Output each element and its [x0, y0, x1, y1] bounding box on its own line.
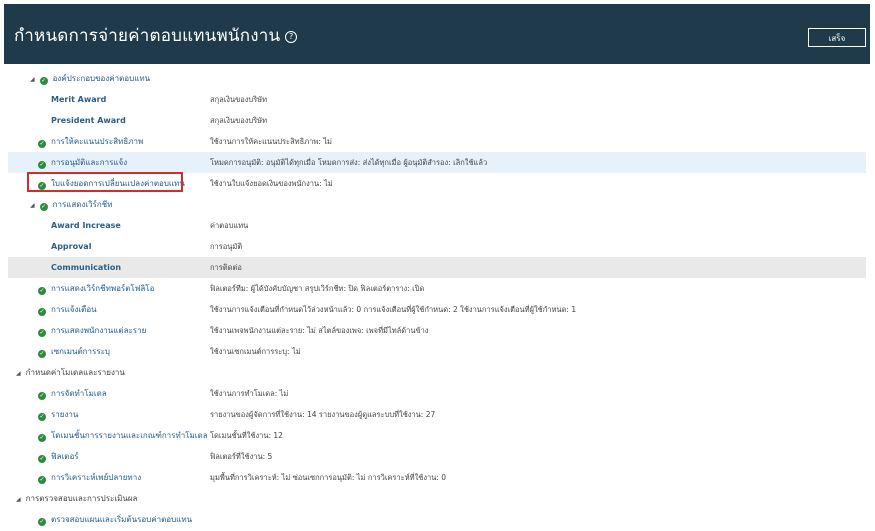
task-row-modeling: ✓ การจัดทำโมเดล ใช้งานการทำโมเดล: ไม่	[8, 383, 866, 404]
task-summary: สกุลเงินของบริษัท	[210, 95, 268, 104]
complete-check-icon: ✓	[38, 161, 46, 169]
task-link[interactable]: การแสดงเวิร์กชีทพอร์ตโฟลิโอ	[51, 284, 154, 293]
task-link[interactable]: เซกเมนต์การระบุ	[51, 347, 110, 356]
task-summary: ฟิลเตอร์ที่ใช้งาน: 5	[210, 452, 273, 461]
task-link: President Award	[51, 116, 126, 125]
task-summary: ใช้งานการทำโมเดล: ไม่	[210, 389, 289, 398]
task-row-approval-notification: ✓ การอนุมัติและการแจ้ง โหมดการอนุมัติ: อนุ…	[8, 152, 866, 173]
task-row-award-increase: Award Increase ค่าตอบแทน	[8, 215, 866, 236]
task-summary: ค่าตอบแทน	[210, 221, 249, 230]
page-header: กำหนดการจ่ายค่าตอบแทนพนักงาน? เสร็จ	[4, 4, 870, 64]
task-row-models-reports: ◢ กำหนดค่าโมเดลและรายงาน	[8, 362, 866, 383]
task-row-reports: ✓ รายงาน รายงานของผู้จัดการที่ใช้งาน: 14 ร…	[8, 404, 866, 425]
highlight-box	[27, 172, 183, 192]
task-row-report-domains: ✓ โดเมนชั้นการรายงานและเกณฑ์การทำโมเดล โดเ…	[8, 425, 866, 446]
task-row-review-plan: ✓ ตรวจสอบแผนและเริ่มต้นรอบค่าตอบแทน	[8, 509, 866, 530]
task-link[interactable]: กำหนดค่าโมเดลและรายงาน	[26, 368, 125, 377]
setup-task-list: ◢ ✓ องค์ประกอบของค่าตอบแทน Merit Award สกุลเ…	[8, 68, 866, 530]
task-row-comp-components: ◢ ✓ องค์ประกอบของค่าตอบแทน	[8, 68, 866, 89]
task-summary: ฟิลเตอร์ทีม: ผู้ได้บังคับบัญชา สรุปเวิร์…	[210, 284, 425, 293]
task-row-merit-award: Merit Award สกุลเงินของบริษัท	[8, 89, 866, 110]
help-circle-icon[interactable]: ?	[285, 31, 298, 43]
task-link: Award Increase	[51, 221, 121, 230]
task-link[interactable]: ตรวจสอบแผนและเริ่มต้นรอบค่าตอบแทน	[51, 515, 192, 524]
complete-check-icon: ✓	[38, 476, 46, 484]
task-link[interactable]: การวิเคราะห์เพย์ปลายทาง	[51, 473, 141, 482]
task-link[interactable]: การให้คะแนนประสิทธิภาพ	[51, 137, 143, 146]
task-summary: ใช้งานเซกเมนต์การระบุ: ไม่	[210, 347, 301, 356]
task-link: Communication	[51, 263, 122, 272]
complete-check-icon: ✓	[39, 77, 48, 85]
task-row-communication: Communication การติดต่อ	[8, 257, 866, 278]
task-summary: ใช้งานการให้คะแนนประสิทธิภาพ: ไม่	[210, 137, 332, 146]
task-summary: ใช้งานเพจพนักงานแต่ละราย: ไม่ สไตล์ของเพ…	[210, 326, 429, 335]
task-row-president-award: President Award สกุลเงินของบริษัท	[8, 110, 866, 131]
task-summary: โดเมนชั้นที่ใช้งาน: 12	[210, 431, 283, 440]
complete-check-icon: ✓	[38, 413, 46, 421]
complete-check-icon: ✓	[38, 329, 46, 337]
task-link[interactable]: การแสดงเวิร์กชีท	[53, 200, 113, 209]
complete-check-icon: ✓	[38, 287, 46, 295]
task-link[interactable]: การจัดทำโมเดล	[51, 389, 107, 398]
page-title: กำหนดการจ่ายค่าตอบแทนพนักงาน?	[14, 22, 298, 49]
expand-triangle-icon[interactable]: ◢	[16, 496, 21, 503]
task-row-individual-employee: ✓ การแสดงพนักงานแต่ละราย ใช้งานเพจพนักงานแ…	[8, 320, 866, 341]
task-row-portfolio-worksheet: ✓ การแสดงเวิร์กชีทพอร์ตโฟลิโอ ฟิลเตอร์ทีม:…	[8, 278, 866, 299]
complete-check-icon: ✓	[38, 434, 46, 442]
task-link[interactable]: องค์ประกอบของค่าตอบแทน	[53, 74, 150, 83]
task-link[interactable]: การอนุมัติและการแจ้ง	[51, 158, 127, 167]
complete-check-icon: ✓	[38, 308, 46, 316]
task-summary: ใช้งานการแจ้งเตือนที่กำหนดไว้ล่วงหน้าแล้…	[210, 305, 577, 314]
expand-triangle-icon[interactable]: ◢	[30, 202, 35, 209]
done-button[interactable]: เสร็จ	[808, 28, 866, 47]
task-link[interactable]: โดเมนชั้นการรายงานและเกณฑ์การทำโมเดล	[51, 431, 208, 440]
task-summary: สกุลเงินของบริษัท	[210, 116, 268, 125]
complete-check-icon: ✓	[38, 140, 46, 148]
task-row-review-evaluate: ◢ การตรวจสอบและการประเมินผล	[8, 488, 866, 509]
expand-triangle-icon[interactable]: ◢	[30, 76, 35, 83]
task-row-system-segment: ✓ เซกเมนต์การระบุ ใช้งานเซกเมนต์การระบุ: ไ…	[8, 341, 866, 362]
complete-check-icon: ✓	[39, 203, 48, 211]
task-summary: ใช้งานใบแจ้งยอดเงินของพนักงาน: ไม่	[210, 179, 333, 188]
task-link[interactable]: การแสดงพนักงานแต่ละราย	[51, 326, 146, 335]
task-summary: การติดต่อ	[210, 263, 242, 272]
task-row-performance-rating: ✓ การให้คะแนนประสิทธิภาพ ใช้งานการให้คะแนน…	[8, 131, 866, 152]
task-row-alerts: ✓ การแจ้งเตือน ใช้งานการแจ้งเตือนที่กำหนดไ…	[8, 299, 866, 320]
task-link[interactable]: รายงาน	[51, 410, 78, 419]
task-summary: รายงานของผู้จัดการที่ใช้งาน: 14 รายงานขอ…	[210, 410, 436, 419]
page-title-text: กำหนดการจ่ายค่าตอบแทนพนักงาน	[14, 26, 281, 46]
task-link: Approval	[51, 242, 92, 251]
task-link[interactable]: ฟิลเตอร์	[51, 452, 79, 461]
task-row-target-analysis: ✓ การวิเคราะห์เพย์ปลายทาง มุมพื้นที่การวิเ…	[8, 467, 866, 488]
task-row-filters: ✓ ฟิลเตอร์ ฟิลเตอร์ที่ใช้งาน: 5	[8, 446, 866, 467]
task-link: Merit Award	[51, 95, 107, 104]
task-link[interactable]: การตรวจสอบและการประเมินผล	[26, 494, 138, 503]
task-link[interactable]: การแจ้งเตือน	[51, 305, 97, 314]
task-row-approval: Approval การอนุมัติ	[8, 236, 866, 257]
complete-check-icon: ✓	[38, 455, 46, 463]
complete-check-icon: ✓	[38, 350, 46, 358]
task-summary: โหมดการอนุมัติ: อนุมัติได้ทุกเมื่อ โหมดก…	[210, 158, 488, 167]
task-summary: การอนุมัติ	[210, 242, 243, 251]
task-row-workflow-display: ◢ ✓ การแสดงเวิร์กชีท	[8, 194, 866, 215]
complete-check-icon: ✓	[38, 518, 46, 526]
expand-triangle-icon[interactable]: ◢	[16, 370, 21, 377]
complete-check-icon: ✓	[38, 392, 46, 400]
task-summary: มุมพื้นที่การวิเคราะห์: ไม่ ซ่อนเซกการอน…	[210, 473, 447, 482]
